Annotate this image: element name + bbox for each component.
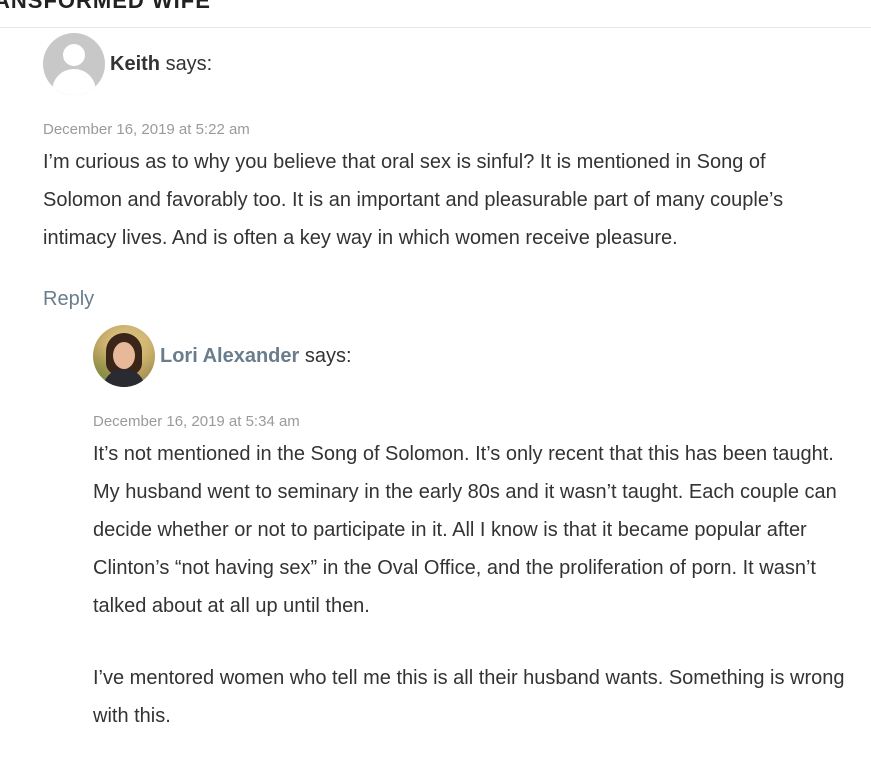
comment-date[interactable]: December 16, 2019 at 5:22 am: [43, 121, 843, 139]
author-line: Keith says:: [110, 52, 212, 76]
comment: Keith says: December 16, 2019 at 5:22 am…: [43, 33, 843, 311]
comments-page: ANSFORMED WIFE Keith says: December 16, …: [0, 0, 871, 778]
user-photo-avatar: [93, 325, 155, 387]
default-user-avatar-icon: [43, 33, 105, 95]
reply-comment: Lori Alexander says: December 16, 2019 a…: [93, 325, 863, 735]
says-label: says:: [304, 345, 352, 367]
comment-author: Lori Alexander says:: [93, 325, 863, 387]
author-line: Lori Alexander says:: [160, 344, 352, 368]
author-name: Keith: [110, 53, 160, 75]
comment-paragraph: I’m curious as to why you believe that o…: [43, 151, 784, 249]
comment-body: I’m curious as to why you believe that o…: [43, 143, 843, 257]
site-header: ANSFORMED WIFE: [0, 0, 871, 28]
comment-author: Keith says:: [43, 33, 843, 95]
comment-date[interactable]: December 16, 2019 at 5:34 am: [93, 413, 863, 431]
comment-body: It’s not mentioned in the Song of Solomo…: [93, 435, 863, 735]
says-label: says:: [165, 53, 213, 75]
author-name-link[interactable]: Lori Alexander: [160, 345, 299, 367]
site-title[interactable]: ANSFORMED WIFE: [0, 0, 211, 14]
reply-button[interactable]: Reply: [43, 288, 94, 311]
comment-paragraph: I’ve mentored women who tell me this is …: [93, 667, 845, 727]
comment-paragraph: It’s not mentioned in the Song of Solomo…: [93, 443, 837, 617]
